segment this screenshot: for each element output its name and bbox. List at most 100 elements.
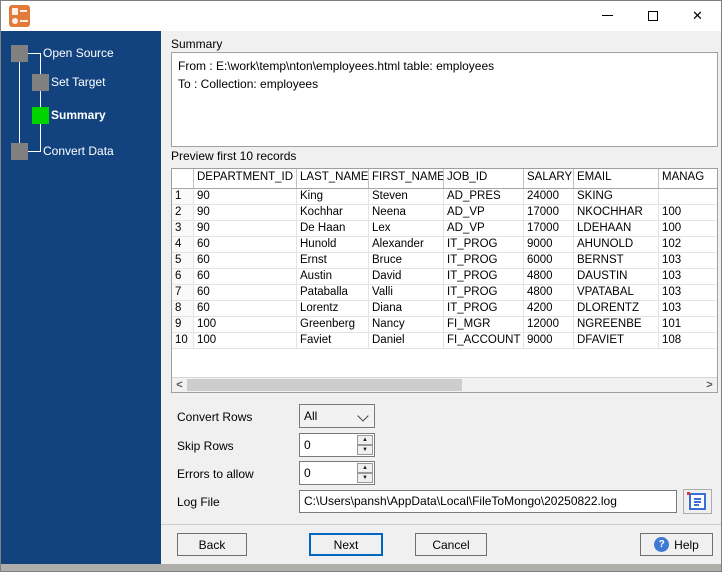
back-button[interactable]: Back [177,533,247,556]
column-header-LAST_NAME[interactable]: LAST_NAME [297,169,369,188]
titlebar: ✕ [1,1,721,31]
column-header-SALARY[interactable]: SALARY [524,169,574,188]
table-cell: 4 [172,237,194,253]
table-cell: 5 [172,253,194,269]
table-cell: 100 [194,317,297,333]
maximize-button[interactable] [630,1,675,30]
table-cell: Diana [369,301,444,317]
table-cell: 7 [172,285,194,301]
step-indicator-convert-data[interactable] [11,143,28,160]
column-header-EMAIL[interactable]: EMAIL [574,169,659,188]
next-button[interactable]: Next [309,533,383,556]
table-row[interactable]: 4 60 Hunold Alexander IT_PROG 9000 AHUNOLD 102 [172,237,717,253]
spin-buttons: ▲ ▼ [357,463,373,483]
horizontal-scrollbar[interactable]: < > [172,377,717,392]
app-icon [9,5,30,27]
table-cell: 103 [659,285,717,301]
table-cell: Ernst [297,253,369,269]
table-cell: 60 [194,301,297,317]
sidebar-item-convert-data[interactable]: Convert Data [43,143,114,160]
log-file-input[interactable]: C:\Users\pansh\AppData\Local\FileToMongo… [299,490,677,513]
table-cell: AD_VP [444,221,524,237]
table-cell: 2 [172,205,194,221]
table-row[interactable]: 3 90 De Haan Lex AD_VP 17000 LDEHAAN 100 [172,221,717,237]
table-cell: 9000 [524,237,574,253]
cancel-button[interactable]: Cancel [415,533,487,556]
table-row[interactable]: 5 60 Ernst Bruce IT_PROG 6000 BERNST 103 [172,253,717,269]
step-connector-line [19,62,20,143]
maximize-icon [647,10,658,21]
table-cell: 60 [194,285,297,301]
step-indicator-summary[interactable] [32,107,49,124]
sidebar-item-set-target[interactable]: Set Target [51,74,105,91]
table-cell: 60 [194,237,297,253]
scroll-right-icon[interactable]: > [702,378,717,392]
table-row[interactable]: 8 60 Lorentz Diana IT_PROG 4200 DLORENTZ 103 [172,301,717,317]
table-cell: 90 [194,205,297,221]
minimize-button[interactable] [585,1,630,30]
table-cell: LDEHAAN [574,221,659,237]
minimize-icon [602,15,613,16]
table-cell: 100 [194,333,297,349]
column-header-JOB_ID[interactable]: JOB_ID [444,169,524,188]
red-dot-marker [687,492,690,495]
table-cell: NGREENBE [574,317,659,333]
view-log-button[interactable] [683,489,712,514]
table-cell: FI_ACCOUNT [444,333,524,349]
table-cell: 4200 [524,301,574,317]
sidebar-item-summary[interactable]: Summary [51,107,106,124]
skip-rows-stepper[interactable]: 0 ▲ ▼ [299,433,375,457]
summary-to-line: To : Collection: employees [178,77,319,91]
table-cell: Alexander [369,237,444,253]
table-row[interactable]: 2 90 Kochhar Neena AD_VP 17000 NKOCHHAR 100 [172,205,717,221]
summary-textbox[interactable]: From : E:\work\temp\nton\employees.html … [171,52,718,147]
help-button[interactable]: ? Help [640,533,713,556]
table-cell: Lorentz [297,301,369,317]
table-row[interactable]: 10 100 Faviet Daniel FI_ACCOUNT 9000 DFAVIET 10… [172,333,717,349]
convert-rows-dropdown[interactable]: All [299,404,375,428]
scrollbar-thumb[interactable] [187,379,462,391]
table-cell: 6000 [524,253,574,269]
column-header-MANAG[interactable]: MANAG [659,169,717,188]
summary-from-line: From : E:\work\temp\nton\employees.html … [178,59,495,73]
step-connector-line [28,151,40,152]
table-cell: Hunold [297,237,369,253]
spin-up-icon[interactable]: ▲ [357,435,373,445]
table-cell: Bruce [369,253,444,269]
step-indicator-open-source[interactable] [11,45,28,62]
table-cell: Pataballa [297,285,369,301]
errors-to-allow-stepper[interactable]: 0 ▲ ▼ [299,461,375,485]
preview-label: Preview first 10 records [171,149,297,163]
wizard-steps-sidebar: Open Source Set Target Summary Convert D… [1,31,161,566]
column-header-DEPARTMENT_ID[interactable]: DEPARTMENT_ID [194,169,297,188]
table-cell: DAUSTIN [574,269,659,285]
spin-down-icon[interactable]: ▼ [357,445,373,455]
spin-up-icon[interactable]: ▲ [357,463,373,473]
column-header-rownum[interactable] [172,169,194,188]
close-button[interactable]: ✕ [675,1,720,30]
table-cell: 4800 [524,269,574,285]
log-file-label: Log File [177,495,220,509]
table-cell: IT_PROG [444,301,524,317]
app-icon-mark [12,8,18,15]
table-cell: IT_PROG [444,269,524,285]
scroll-left-icon[interactable]: < [172,378,187,392]
sidebar-item-open-source[interactable]: Open Source [43,45,114,62]
skip-rows-value: 0 [304,438,311,452]
table-cell: 103 [659,269,717,285]
spin-down-icon[interactable]: ▼ [357,473,373,483]
table-cell: AD_PRES [444,189,524,205]
table-row[interactable]: 6 60 Austin David IT_PROG 4800 DAUSTIN 103 [172,269,717,285]
table-cell: 100 [659,221,717,237]
step-indicator-set-target[interactable] [32,74,49,91]
table-cell: Austin [297,269,369,285]
table-row[interactable]: 7 60 Pataballa Valli IT_PROG 4800 VPATABAL 103 [172,285,717,301]
table-row[interactable]: 9 100 Greenberg Nancy FI_MGR 12000 NGREENBE 101 [172,317,717,333]
step-connector-line [40,53,41,152]
table-cell: Daniel [369,333,444,349]
table-cell: IT_PROG [444,253,524,269]
column-header-FIRST_NAME[interactable]: FIRST_NAME [369,169,444,188]
table-row[interactable]: 1 90 King Steven AD_PRES 24000 SKING [172,189,717,205]
table-cell: 6 [172,269,194,285]
spin-buttons: ▲ ▼ [357,435,373,455]
